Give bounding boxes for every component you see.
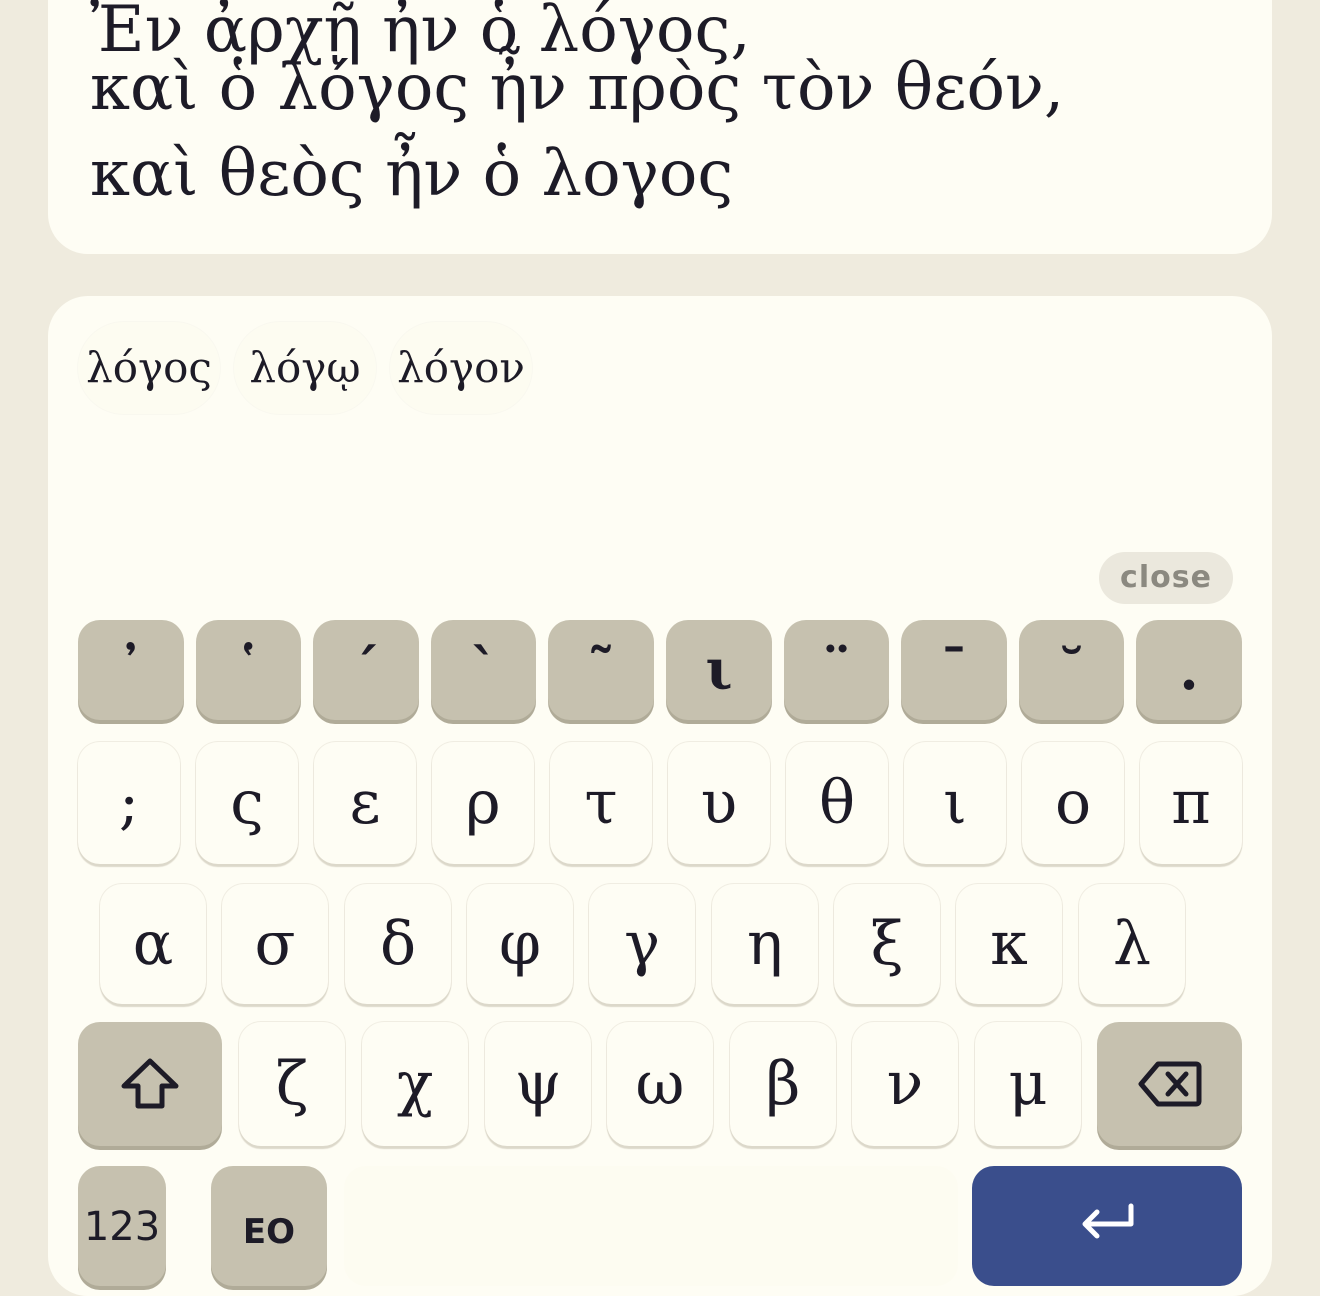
text-editor-card[interactable]: Ἐν ἀρχῇ ἦν ὁ λόγος, καὶ ὁ λόγος ἦν πρὸς … bbox=[48, 0, 1272, 254]
key-zeta[interactable]: ζ bbox=[239, 1022, 345, 1146]
key-dasia[interactable]: ῾ bbox=[196, 620, 301, 720]
backspace-icon bbox=[1138, 1061, 1201, 1107]
key-label: α bbox=[132, 909, 174, 979]
numbers-key[interactable]: 123 bbox=[78, 1166, 166, 1286]
key-perispomeni[interactable]: ῀ bbox=[548, 620, 654, 720]
space-bar[interactable] bbox=[344, 1166, 958, 1286]
key-label: . bbox=[1179, 637, 1199, 703]
key-psili[interactable]: ᾿ bbox=[78, 620, 184, 720]
key-label: ξ bbox=[870, 909, 904, 979]
key-xi[interactable]: ξ bbox=[834, 884, 940, 1004]
emoji-key[interactable]: EO bbox=[211, 1166, 327, 1286]
key-label: ˘ bbox=[1057, 637, 1086, 703]
key-label: ο bbox=[1054, 768, 1092, 838]
key-upsilon[interactable]: υ bbox=[668, 742, 770, 864]
key-label: κ bbox=[990, 909, 1028, 979]
shift-arrow-icon bbox=[121, 1058, 179, 1109]
key-label: EO bbox=[242, 1212, 296, 1252]
key-iota[interactable]: ι bbox=[904, 742, 1006, 864]
key-label: σ bbox=[254, 909, 296, 979]
enter-key[interactable] bbox=[972, 1166, 1242, 1286]
key-label: ι bbox=[943, 768, 967, 838]
text-line-2: καὶ ὁ λόγος ἦν πρὸς τὸν θεόν, bbox=[90, 51, 1065, 125]
key-oxia[interactable]: ΄ bbox=[313, 620, 419, 720]
key-alpha[interactable]: α bbox=[100, 884, 206, 1004]
return-arrow-icon bbox=[1082, 1203, 1134, 1239]
text-line-3: καὶ θεὸς ἦν ὁ λογος bbox=[90, 137, 734, 211]
key-theta[interactable]: θ bbox=[786, 742, 888, 864]
key-rho[interactable]: ρ bbox=[432, 742, 534, 864]
key-omicron[interactable]: ο bbox=[1022, 742, 1124, 864]
backspace-key[interactable] bbox=[1097, 1022, 1242, 1146]
key-chi[interactable]: χ bbox=[362, 1022, 468, 1146]
key-label: 123 bbox=[83, 1204, 161, 1250]
suggestion-2[interactable]: λόγῳ bbox=[234, 322, 376, 414]
key-label: ω bbox=[635, 1049, 685, 1119]
keyboard-panel: λόγος λόγῳ λόγον close ᾿ ῾ ΄ ` ῀ ι ¨ ¯ ˘… bbox=[48, 296, 1272, 1296]
key-breve[interactable]: ˘ bbox=[1019, 620, 1124, 720]
suggestion-1[interactable]: λόγος bbox=[78, 322, 220, 414]
key-label: ᾿ bbox=[117, 637, 145, 703]
key-label: ¯ bbox=[940, 637, 968, 703]
key-label: ῀ bbox=[587, 637, 615, 703]
key-iota-subscript[interactable]: ι bbox=[666, 620, 772, 720]
shift-key[interactable] bbox=[78, 1022, 222, 1146]
key-lambda[interactable]: λ bbox=[1079, 884, 1185, 1004]
key-label: ψ bbox=[514, 1049, 562, 1119]
key-label: λ bbox=[1112, 909, 1152, 979]
key-gamma[interactable]: γ bbox=[589, 884, 695, 1004]
key-label: π bbox=[1171, 768, 1211, 838]
key-label: θ bbox=[818, 768, 856, 838]
key-label: β bbox=[765, 1049, 801, 1119]
close-button[interactable]: close bbox=[1099, 552, 1233, 604]
key-label: ; bbox=[118, 768, 140, 838]
key-dot[interactable]: . bbox=[1136, 620, 1242, 720]
key-label: ΄ bbox=[352, 637, 380, 703]
key-kappa[interactable]: κ bbox=[956, 884, 1062, 1004]
key-label: τ bbox=[584, 768, 618, 838]
key-label: φ bbox=[498, 909, 541, 979]
key-label: ¨ bbox=[822, 637, 851, 703]
key-sigma[interactable]: σ bbox=[222, 884, 328, 1004]
key-label: ῾ bbox=[234, 637, 263, 703]
key-final-sigma[interactable]: ς bbox=[196, 742, 298, 864]
key-eta[interactable]: η bbox=[712, 884, 818, 1004]
key-label: ` bbox=[469, 637, 498, 703]
key-tau[interactable]: τ bbox=[550, 742, 652, 864]
key-psi[interactable]: ψ bbox=[485, 1022, 591, 1146]
key-label: ε bbox=[349, 768, 381, 838]
key-label: δ bbox=[379, 909, 417, 979]
key-mu[interactable]: μ bbox=[975, 1022, 1081, 1146]
key-beta[interactable]: β bbox=[730, 1022, 836, 1146]
key-phi[interactable]: φ bbox=[467, 884, 573, 1004]
key-varia[interactable]: ` bbox=[431, 620, 536, 720]
key-label: η bbox=[747, 909, 783, 979]
key-label: ι bbox=[705, 637, 733, 703]
key-label: υ bbox=[700, 768, 738, 838]
key-label: ς bbox=[230, 768, 264, 838]
key-macron[interactable]: ¯ bbox=[901, 620, 1007, 720]
key-label: ζ bbox=[275, 1049, 309, 1119]
key-epsilon[interactable]: ε bbox=[314, 742, 416, 864]
key-omega[interactable]: ω bbox=[607, 1022, 713, 1146]
key-pi[interactable]: π bbox=[1140, 742, 1242, 864]
key-delta[interactable]: δ bbox=[345, 884, 451, 1004]
key-diaeresis[interactable]: ¨ bbox=[784, 620, 889, 720]
key-label: μ bbox=[1008, 1049, 1048, 1119]
key-label: γ bbox=[624, 909, 660, 979]
key-label: ρ bbox=[465, 768, 501, 838]
key-label: ν bbox=[886, 1049, 924, 1119]
key-nu[interactable]: ν bbox=[852, 1022, 958, 1146]
key-label: χ bbox=[396, 1049, 434, 1119]
key-semicolon[interactable]: ; bbox=[78, 742, 180, 864]
suggestion-3[interactable]: λόγον bbox=[390, 322, 532, 414]
